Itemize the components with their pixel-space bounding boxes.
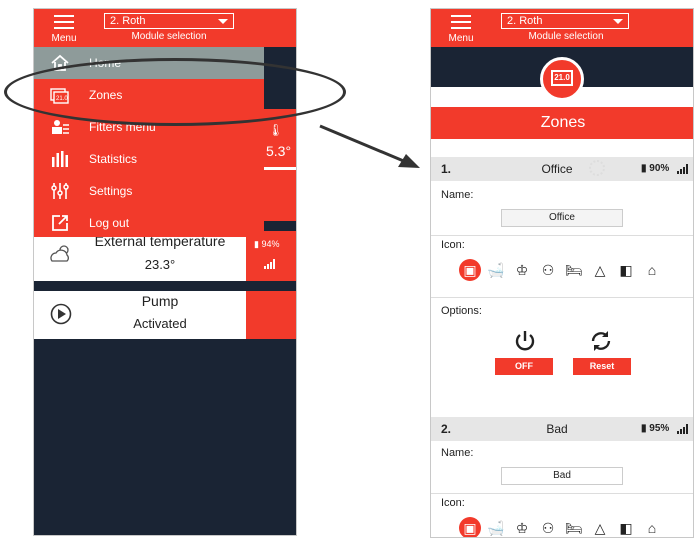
background-temp-tile: 🌡 5.3° <box>264 109 296 221</box>
pump-title: Pump <box>141 293 179 309</box>
door-icon[interactable]: ◧ <box>615 517 637 537</box>
divider <box>264 167 296 170</box>
chef-icon[interactable]: ♔ <box>511 517 533 537</box>
kids-icon[interactable]: ⚇ <box>537 517 559 537</box>
menu-button[interactable]: Menu <box>441 13 481 45</box>
icon-label: Icon: <box>441 239 465 251</box>
ext-temp-value: 23.3° <box>144 257 176 272</box>
car-icon[interactable]: ⌂ <box>641 517 663 537</box>
drawer-item-label: Settings <box>89 184 133 198</box>
right-phone-screen: Menu 2. Roth Module selection 21.0 Zones… <box>430 8 694 538</box>
pump-status: Activated <box>133 316 187 331</box>
thermometer-icon: 🌡 <box>268 123 284 137</box>
off-button[interactable]: OFF <box>495 358 553 375</box>
divider <box>431 297 693 298</box>
zone-number: 2. <box>441 422 452 436</box>
signal-icon <box>677 424 689 434</box>
zone-number: 1. <box>441 162 452 176</box>
zone-icon-picker: ▣ 🛁 ♔ ⚇ 🛏 △ ◧ ⌂ <box>459 517 669 537</box>
drawer-item-log-out[interactable]: Log out <box>34 207 264 239</box>
drawer-item-statistics[interactable]: Statistics <box>34 143 264 175</box>
menu-label: Menu <box>448 33 474 44</box>
reset-button[interactable]: Reset <box>573 358 631 375</box>
divider <box>431 235 693 236</box>
zone-icon-picker: ▣ 🛁 ♔ ⚇ 🛏 △ ◧ ⌂ <box>459 259 669 281</box>
battery-indicator: ▮ 90% <box>641 163 670 174</box>
car-icon[interactable]: ⌂ <box>641 259 663 281</box>
module-selection-label: Module selection <box>131 31 207 42</box>
zone-name: Bad <box>546 422 568 436</box>
highlight-oval <box>4 58 346 126</box>
zones-badge: 21.0 <box>540 57 584 101</box>
pointer-arrow <box>319 124 420 168</box>
drawer-item-settings[interactable]: Settings <box>34 175 264 207</box>
logout-icon <box>50 213 70 233</box>
pump-card[interactable]: Pump Activated <box>34 291 246 339</box>
zone-temperature-badge: 21.0 <box>551 70 573 86</box>
screen-icon[interactable]: ▣ <box>459 259 481 281</box>
hamburger-icon <box>54 15 74 29</box>
screen-icon[interactable]: ▣ <box>459 517 481 537</box>
zone-header[interactable]: 2. Bad ▮ 95% <box>431 417 693 441</box>
zone-header[interactable]: 1. Office ▮ 90% <box>431 157 693 181</box>
hanger-icon[interactable]: △ <box>589 517 611 537</box>
reset-icon <box>591 331 611 351</box>
top-bar: Menu 2. Roth Module selection <box>431 9 693 47</box>
name-label: Name: <box>441 189 474 201</box>
signal-icon <box>677 164 689 174</box>
bathtub-icon[interactable]: 🛁 <box>485 517 507 537</box>
name-label: Name: <box>441 447 474 459</box>
zone-name-input[interactable]: Bad <box>501 467 623 485</box>
chevron-down-icon <box>613 19 623 24</box>
chevron-down-icon <box>218 19 228 24</box>
bed-icon[interactable]: 🛏 <box>563 259 585 281</box>
menu-button[interactable]: Menu <box>44 13 84 45</box>
bed-icon[interactable]: 🛏 <box>563 517 585 537</box>
module-select[interactable]: 2. Roth <box>104 13 234 29</box>
chef-icon[interactable]: ♔ <box>511 259 533 281</box>
page-title: Zones <box>431 107 693 139</box>
fitter-icon <box>50 117 70 137</box>
hanger-icon[interactable]: △ <box>589 259 611 281</box>
settings-sliders-icon <box>50 181 70 201</box>
door-icon[interactable]: ◧ <box>615 259 637 281</box>
options-label: Options: <box>441 305 482 317</box>
top-bar: Menu 2. Roth Module selection <box>34 9 296 47</box>
hamburger-icon <box>451 15 471 29</box>
kids-icon[interactable]: ⚇ <box>537 259 559 281</box>
loading-spinner-icon <box>589 160 605 176</box>
background-temperature: 5.3° <box>266 143 292 159</box>
module-select-value: 2. Roth <box>507 15 543 27</box>
zone-name-input[interactable]: Office <box>501 209 623 227</box>
module-selection-label: Module selection <box>528 31 604 42</box>
divider <box>431 493 693 494</box>
bathtub-icon[interactable]: 🛁 <box>485 259 507 281</box>
menu-label: Menu <box>51 33 77 44</box>
statistics-icon <box>50 149 70 169</box>
power-icon <box>515 331 535 351</box>
icon-label: Icon: <box>441 497 465 509</box>
drawer-item-label: Log out <box>89 216 130 230</box>
module-select-value: 2. Roth <box>110 15 146 27</box>
battery-indicator: ▮ 95% <box>641 423 670 434</box>
drawer-item-label: Statistics <box>89 152 138 166</box>
module-select[interactable]: 2. Roth <box>501 13 629 29</box>
